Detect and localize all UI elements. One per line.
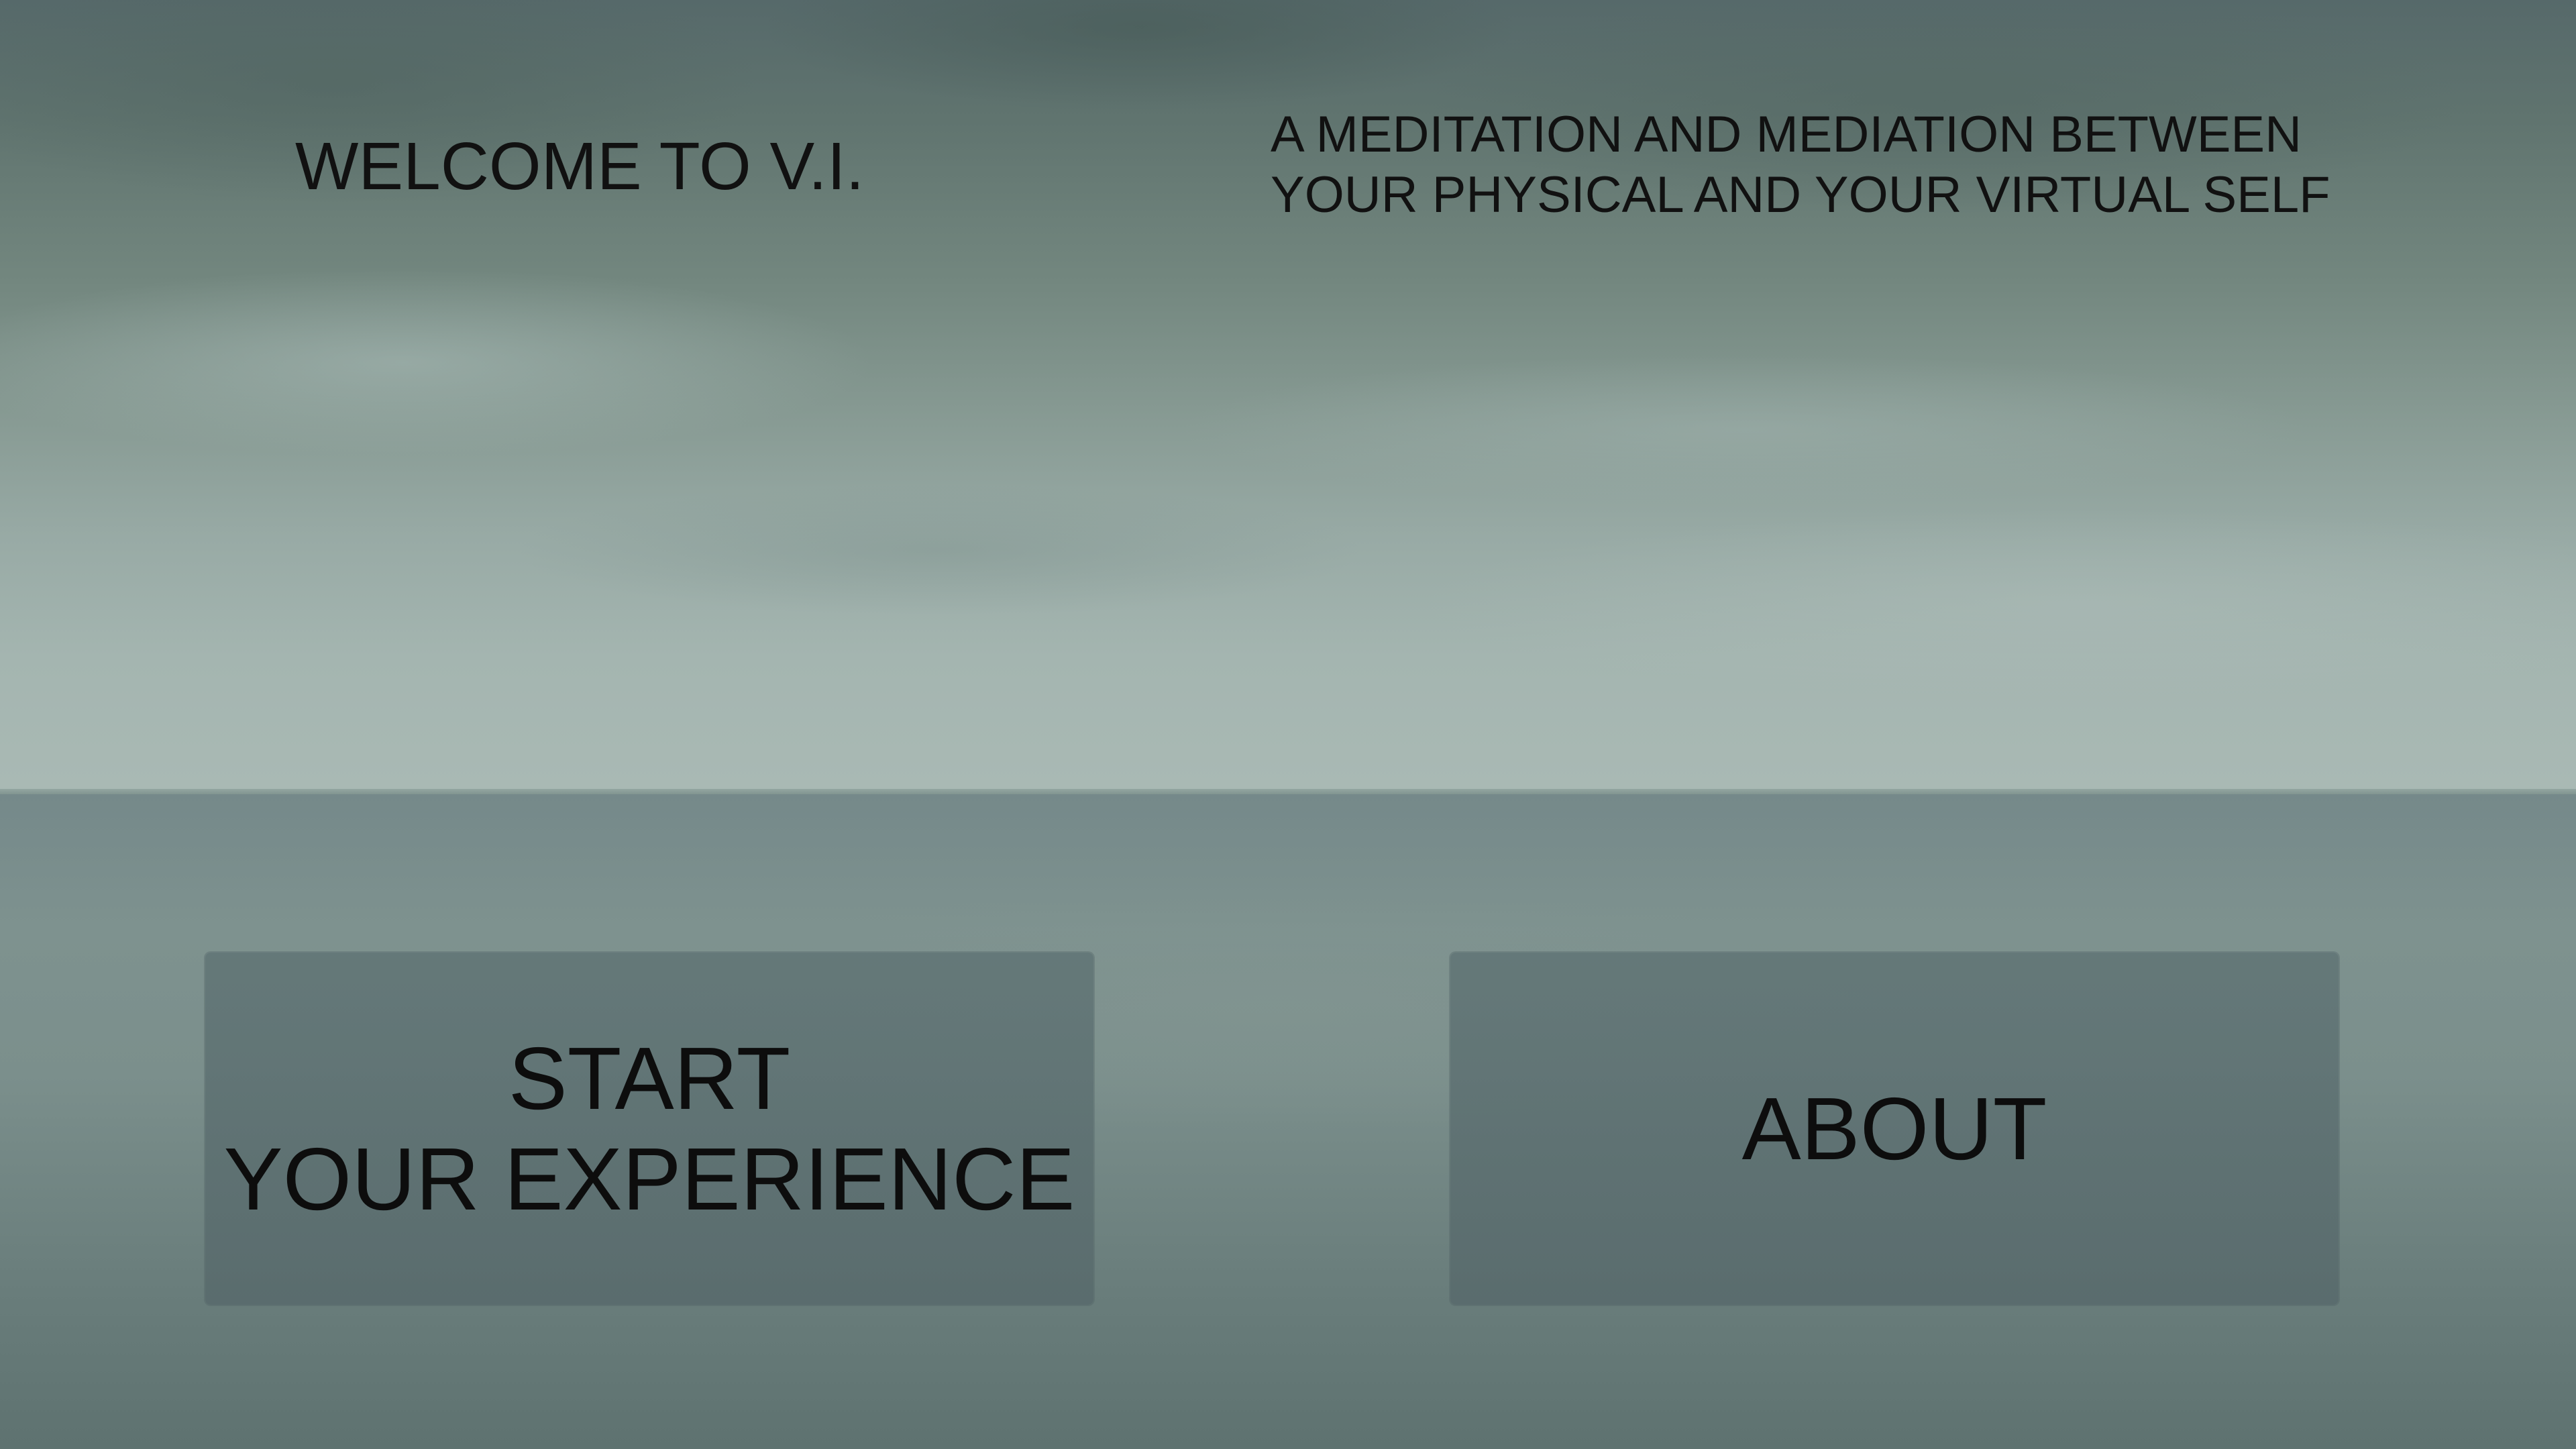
start-button-label-line-1: START (508, 1028, 791, 1128)
start-button-label-line-2: YOUR EXPERIENCE (223, 1129, 1075, 1228)
about-button-label: ABOUT (1741, 1079, 2047, 1178)
tagline-line-1: A MEDITATION AND MEDIATION BETWEEN (1271, 106, 2302, 163)
start-experience-button[interactable]: START YOUR EXPERIENCE (205, 953, 1093, 1305)
main-menu-screen: WELCOME TO V.I. A MEDITATION AND MEDIATI… (0, 0, 2576, 1449)
tagline: A MEDITATION AND MEDIATION BETWEEN YOUR … (1271, 105, 2330, 225)
about-button[interactable]: ABOUT (1450, 953, 2339, 1305)
tagline-line-2: YOUR PHYSICAL AND YOUR VIRTUAL SELF (1271, 166, 2330, 223)
welcome-title: WELCOME TO V.I. (295, 129, 865, 204)
